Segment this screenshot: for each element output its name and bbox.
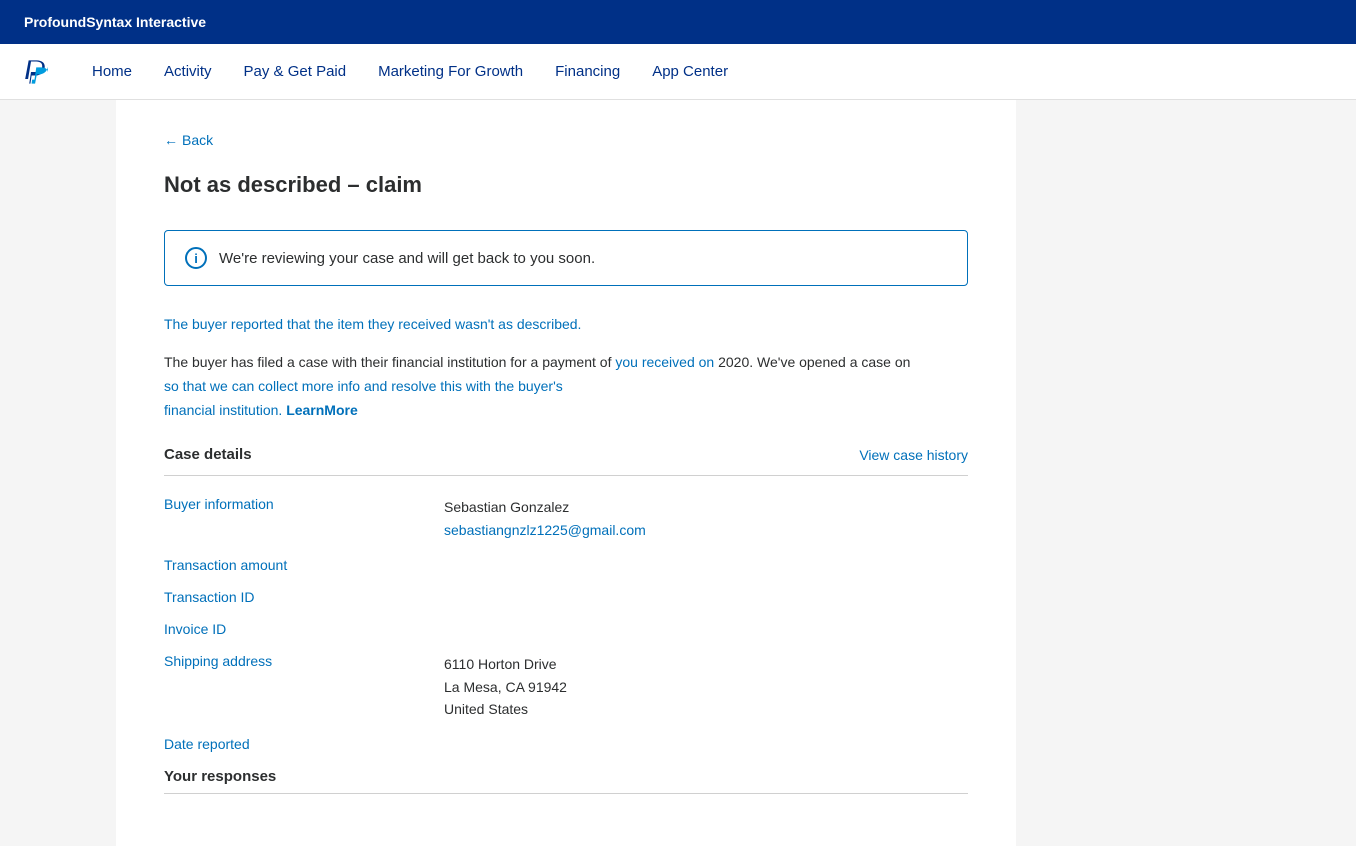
sidebar	[0, 100, 116, 846]
invoice-id-label: Invoice ID	[164, 621, 444, 637]
nav-home[interactable]: Home	[92, 63, 132, 80]
page-title: Not as described – claim	[164, 172, 968, 198]
your-responses-divider	[164, 793, 968, 794]
shipping-line3: United States	[444, 698, 567, 720]
your-responses-title: Your responses	[164, 768, 968, 785]
buyer-name: Sebastian Gonzalez	[444, 496, 646, 518]
invoice-id-row: Invoice ID	[164, 621, 968, 637]
description-line1: The buyer reported that the item they re…	[164, 314, 968, 335]
case-details-divider	[164, 475, 968, 476]
main-content: ← Back Not as described – claim i We're …	[116, 100, 1016, 846]
shipping-address-row: Shipping address 6110 Horton Drive La Me…	[164, 653, 968, 720]
nav-activity[interactable]: Activity	[164, 63, 212, 80]
info-icon: i	[185, 247, 207, 269]
buyer-email[interactable]: sebastiangnzlz1225@gmail.com	[444, 522, 646, 538]
nav-pay-get-paid[interactable]: Pay & Get Paid	[244, 63, 347, 80]
case-details-header: Case details View case history	[164, 446, 968, 463]
paypal-logo	[24, 58, 52, 86]
top-banner: ProfoundSyntax Interactive	[0, 0, 1356, 44]
view-case-history-link[interactable]: View case history	[859, 447, 968, 463]
date-reported-row: Date reported	[164, 736, 968, 752]
shipping-address-value: 6110 Horton Drive La Mesa, CA 91942 Unit…	[444, 653, 567, 720]
description-line2: The buyer has filed a case with their fi…	[164, 351, 968, 422]
info-banner: i We're reviewing your case and will get…	[164, 230, 968, 286]
shipping-line1: 6110 Horton Drive	[444, 653, 567, 675]
shipping-address-label: Shipping address	[164, 653, 444, 720]
buyer-information-row: Buyer information Sebastian Gonzalez seb…	[164, 496, 968, 541]
transaction-amount-row: Transaction amount	[164, 557, 968, 573]
back-link[interactable]: ← Back	[164, 132, 968, 148]
desc-part4: so that we can collect more info and res…	[164, 378, 563, 394]
desc-part1: The buyer has filed a case with their fi…	[164, 354, 611, 370]
navbar: Home Activity Pay & Get Paid Marketing F…	[0, 44, 1356, 100]
desc-part5: financial institution.	[164, 402, 282, 418]
page-container: ← Back Not as described – claim i We're …	[0, 100, 1356, 846]
desc-part2: you received on	[615, 354, 714, 370]
transaction-id-row: Transaction ID	[164, 589, 968, 605]
case-details-title: Case details	[164, 446, 252, 463]
buyer-information-label: Buyer information	[164, 496, 444, 541]
info-banner-text: We're reviewing your case and will get b…	[219, 250, 595, 267]
nav-marketing[interactable]: Marketing For Growth	[378, 63, 523, 80]
transaction-amount-label: Transaction amount	[164, 557, 444, 573]
nav-app-center[interactable]: App Center	[652, 63, 728, 80]
desc-part3: 2020. We've opened a case on	[718, 354, 910, 370]
date-reported-label: Date reported	[164, 736, 444, 752]
nav-financing[interactable]: Financing	[555, 63, 620, 80]
back-label: Back	[182, 132, 213, 148]
company-name: ProfoundSyntax Interactive	[24, 14, 206, 30]
back-arrow-icon: ←	[164, 132, 178, 148]
buyer-information-value: Sebastian Gonzalez sebastiangnzlz1225@gm…	[444, 496, 646, 541]
shipping-line2: La Mesa, CA 91942	[444, 676, 567, 698]
learn-more-link[interactable]: LearnMore	[286, 402, 358, 418]
your-responses-section: Your responses	[164, 768, 968, 794]
transaction-id-label: Transaction ID	[164, 589, 444, 605]
